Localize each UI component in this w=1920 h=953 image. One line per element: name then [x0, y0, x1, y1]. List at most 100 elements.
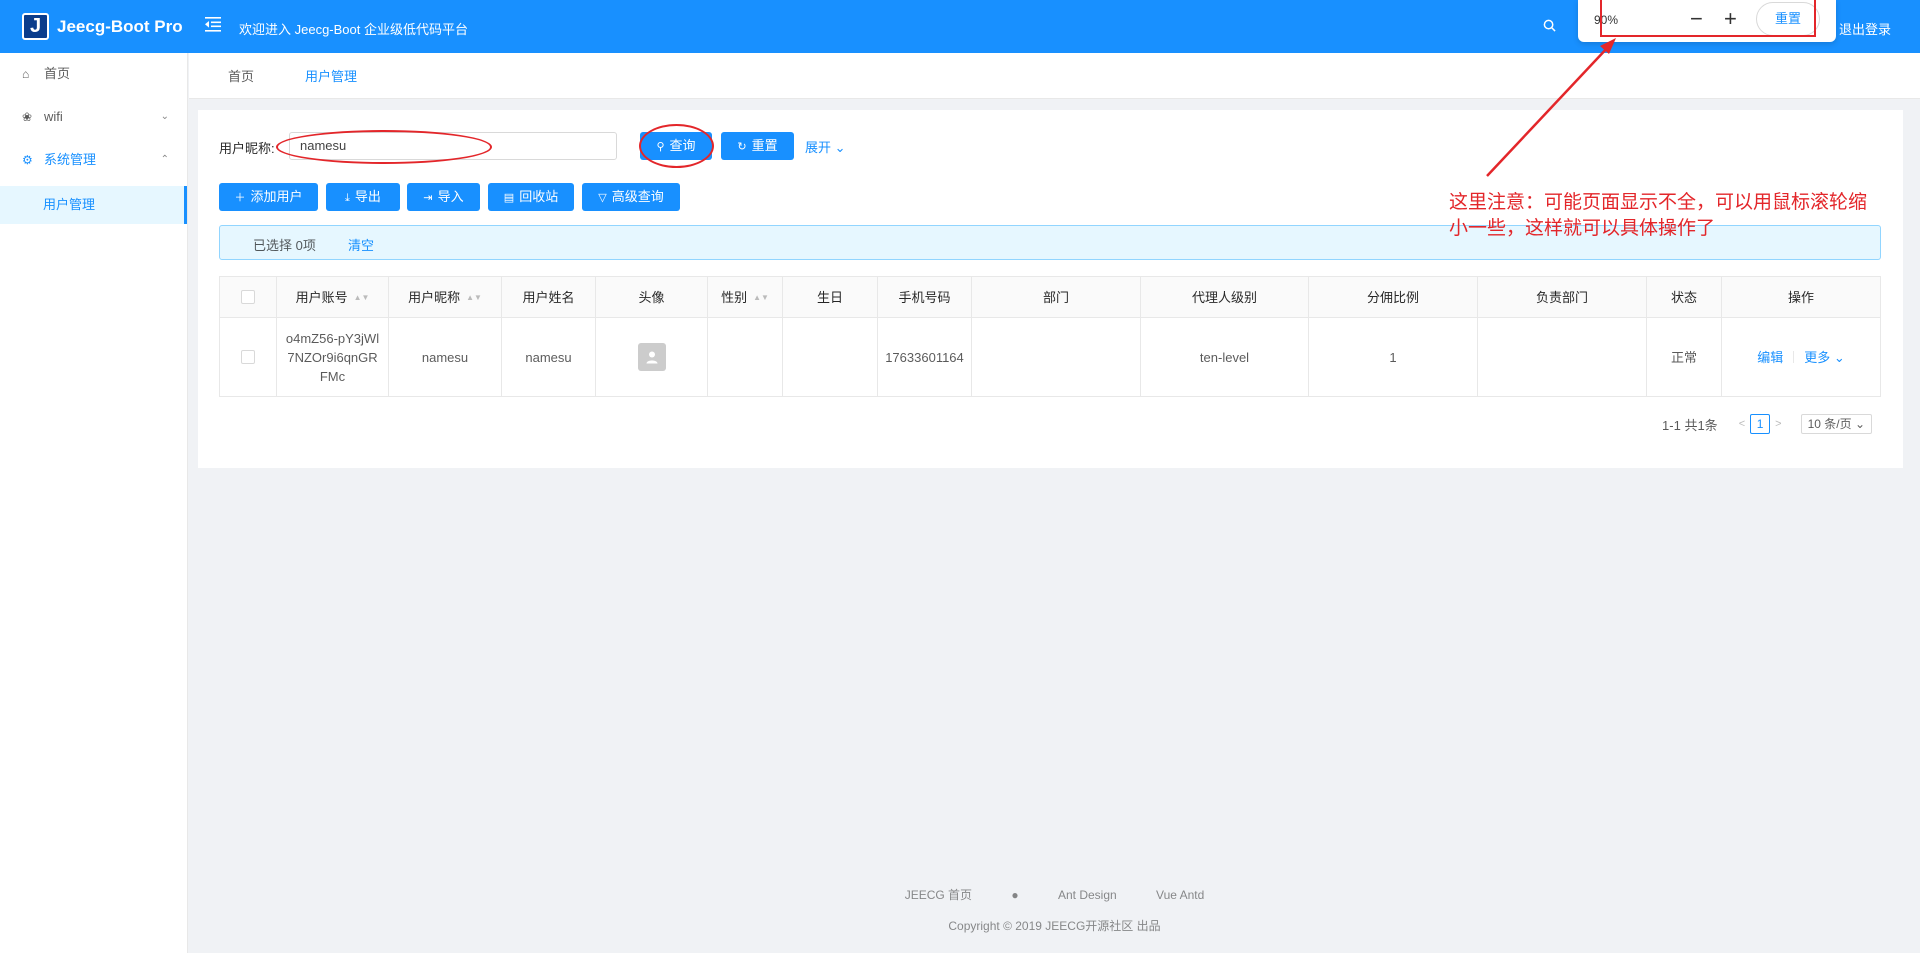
chevron-down-icon: ⌄	[160, 111, 169, 122]
search-button[interactable]: ⚲ 查询	[640, 132, 712, 160]
header-agent-level: 代理人级别	[1141, 277, 1309, 317]
select-all-checkbox[interactable]	[241, 290, 255, 304]
zoom-out-button[interactable]: −	[1690, 6, 1703, 32]
select-all-cell	[220, 277, 277, 317]
header-label: 用户昵称	[408, 289, 461, 305]
cell-nickname: namesu	[389, 318, 502, 396]
header-label: 状态	[1670, 289, 1697, 305]
cell-account: o4mZ56-pY3jWl7NZOr9i6qnGRFMc	[277, 318, 389, 396]
cell-commission: 1	[1309, 318, 1478, 396]
page-size-select[interactable]: 10 条/页 ⌄	[1800, 414, 1872, 434]
gear-icon: ⚙	[22, 153, 33, 167]
page-size-label: 10 条/页	[1807, 417, 1852, 431]
sidebar: ⌂ 首页 ❀ wifi ⌄ ⚙ 系统管理 ⌃ 用户管理	[0, 53, 188, 953]
jeecg-logo[interactable]: J	[22, 13, 49, 40]
expand-link[interactable]: 展开 ⌄	[805, 137, 846, 156]
zoom-reset-button[interactable]: 重置	[1756, 2, 1820, 36]
reset-button-label: 重置	[751, 138, 778, 153]
sidebar-item-label: 首页	[44, 66, 71, 81]
recycle-bin-button[interactable]: ▤ 回收站	[488, 183, 574, 211]
logout-link[interactable]: 退出登录	[1839, 19, 1891, 38]
export-label: 导出	[354, 189, 381, 204]
header-phone: 手机号码	[878, 277, 972, 317]
sidebar-item-user-management[interactable]: 用户管理	[0, 186, 187, 224]
reload-icon: ↻	[737, 141, 747, 153]
clear-selection-link[interactable]: 清空	[348, 235, 374, 254]
header-label: 代理人级别	[1191, 289, 1257, 305]
plus-icon: ＋	[234, 192, 246, 204]
chevron-down-icon: ⌄	[1833, 349, 1845, 365]
cell-avatar	[596, 318, 708, 396]
page-item-current[interactable]: 1	[1750, 414, 1771, 434]
search-icon: ⚲	[656, 141, 665, 153]
header-realname: 用户姓名	[502, 277, 596, 317]
cell-realname: namesu	[502, 318, 596, 396]
next-page-icon[interactable]: >	[1775, 418, 1781, 430]
import-icon: ⇥	[423, 192, 433, 204]
header-nickname[interactable]: 用户昵称 ▲▼	[389, 277, 502, 317]
header-action: 操作	[1722, 277, 1880, 317]
sidebar-item-label: 用户管理	[43, 197, 96, 212]
header-label: 生日	[816, 289, 843, 305]
footer-link-ant-design[interactable]: Ant Design	[1058, 888, 1117, 902]
nickname-label: 用户昵称:	[219, 141, 275, 156]
header-label: 手机号码	[898, 289, 951, 305]
advanced-query-label: 高级查询	[611, 189, 664, 204]
sidebar-item-home[interactable]: ⌂ 首页	[0, 55, 187, 93]
export-button[interactable]: ⤓ 导出	[326, 183, 400, 211]
recycle-label: 回收站	[519, 189, 559, 204]
header-label: 部门	[1042, 289, 1069, 305]
cell-dept	[972, 318, 1141, 396]
nickname-input[interactable]: namesu	[289, 132, 617, 160]
zoom-popup: 90% − + 重置	[1578, 0, 1836, 42]
table-header-row: 用户账号 ▲▼ 用户昵称 ▲▼ 用户姓名 头像 性别 ▲▼ 生日 手机号码 部门 代理…	[220, 277, 1880, 318]
search-icon[interactable]	[1543, 19, 1556, 32]
menu-fold-icon[interactable]	[204, 15, 222, 33]
add-user-button[interactable]: ＋ 添加用户	[219, 183, 318, 211]
tab-user-management[interactable]: 用户管理	[305, 66, 357, 85]
advanced-query-button[interactable]: ▽ 高级查询	[582, 183, 680, 211]
footer-link-vue-antd[interactable]: Vue Antd	[1156, 888, 1204, 902]
pagination-total: 1-1 共1条	[1662, 417, 1718, 433]
active-tab-indicator	[285, 43, 376, 45]
brand-title[interactable]: Jeecg-Boot Pro	[57, 17, 183, 37]
user-icon	[646, 351, 657, 364]
header-label: 操作	[1787, 289, 1814, 305]
footer-link-home[interactable]: JEECG 首页	[905, 888, 972, 902]
welcome-text: 欢迎进入 Jeecg-Boot 企业级低代码平台	[239, 22, 468, 37]
avatar[interactable]	[637, 343, 666, 371]
reset-button[interactable]: ↻ 重置	[721, 132, 794, 160]
github-icon[interactable]: ●	[1011, 888, 1018, 902]
filter-icon: ▽	[598, 192, 607, 204]
sort-icon[interactable]: ▲▼	[753, 288, 769, 307]
user-table: 用户账号 ▲▼ 用户昵称 ▲▼ 用户姓名 头像 性别 ▲▼ 生日 手机号码 部门 代理…	[219, 276, 1881, 397]
add-user-label: 添加用户	[250, 189, 303, 204]
download-icon: ⤓	[345, 192, 350, 204]
import-label: 导入	[437, 189, 464, 204]
header-label: 头像	[638, 289, 665, 305]
header-gender[interactable]: 性别 ▲▼	[708, 277, 783, 317]
edit-link[interactable]: 编辑	[1757, 348, 1783, 367]
sort-icon[interactable]: ▲▼	[466, 288, 482, 307]
sidebar-item-system[interactable]: ⚙ 系统管理 ⌃	[0, 141, 187, 179]
header-commission: 分佣比例	[1309, 277, 1478, 317]
more-label: 更多	[1804, 349, 1831, 365]
row-checkbox[interactable]	[241, 350, 255, 364]
header-avatar: 头像	[596, 277, 708, 317]
tab-home[interactable]: 首页	[228, 66, 254, 85]
zoom-in-button[interactable]: +	[1724, 6, 1737, 32]
header-account[interactable]: 用户账号 ▲▼	[277, 277, 389, 317]
recycle-icon: ▤	[503, 192, 515, 204]
header-dept: 部门	[972, 277, 1141, 317]
cell-birthday	[783, 318, 878, 396]
chevron-down-icon: ⌄	[1854, 417, 1865, 431]
header-leader-dept: 负责部门	[1478, 277, 1647, 317]
import-button[interactable]: ⇥ 导入	[407, 183, 480, 211]
more-dropdown[interactable]: 更多 ⌄	[1804, 348, 1845, 367]
prev-page-icon[interactable]: <	[1739, 418, 1745, 430]
cell-status: 正常	[1647, 318, 1722, 396]
pagination: 1-1 共1条 < 1 > 10 条/页 ⌄	[1662, 414, 1872, 434]
sort-icon[interactable]: ▲▼	[354, 288, 370, 307]
sidebar-item-wifi[interactable]: ❀ wifi ⌄	[0, 98, 187, 136]
cell-agent-level: ten-level	[1141, 318, 1309, 396]
